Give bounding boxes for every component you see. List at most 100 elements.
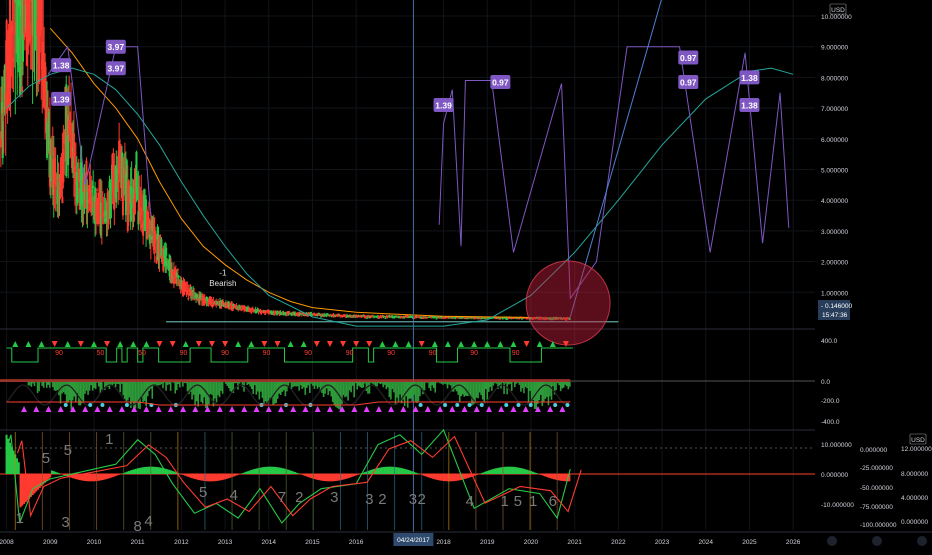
pivot-marker xyxy=(559,406,566,412)
buy-signal-triangle xyxy=(130,341,137,347)
pivot-dot xyxy=(443,403,448,407)
candle-body xyxy=(61,196,64,204)
sell-signal-triangle xyxy=(366,341,373,347)
count-label: 1 xyxy=(105,431,113,448)
time-axis-tick: 2011 xyxy=(131,539,145,546)
signal-label: 90 xyxy=(304,350,312,357)
signal-axis-tick: -400.0 xyxy=(821,419,840,426)
buy-signal-triangle xyxy=(287,341,294,347)
candle-body xyxy=(21,86,24,93)
main-pane xyxy=(0,0,794,532)
ratio-label-text: 3.97 xyxy=(108,42,125,52)
count-label: 4 xyxy=(144,513,152,530)
ratio-label-text: 1.39 xyxy=(53,94,70,104)
price-axis-tick: 10.000000 xyxy=(821,14,852,21)
sell-signal-triangle xyxy=(523,341,530,347)
pivot-dot xyxy=(528,403,533,407)
candlestick-series xyxy=(0,0,572,321)
candle-body xyxy=(435,318,438,320)
pivot-marker xyxy=(314,406,321,412)
pivot-marker xyxy=(94,406,101,412)
buy-signal-triangle xyxy=(117,341,124,347)
pivot-marker xyxy=(33,406,40,412)
candle-body xyxy=(384,318,387,320)
signal-pane: 90 50 50 90 90 90 90 90 90 90 90 90 xyxy=(0,341,815,412)
ratio-label-text: 3.97 xyxy=(108,64,125,74)
pivot-marker xyxy=(375,406,382,412)
oscillator-pane: 5 511 3 8 45 4 7 2 3 3 2 3 2 4 1 5 1 6 xyxy=(0,428,815,535)
signal-label: 50 xyxy=(138,350,146,357)
sell-signal-triangle xyxy=(156,341,163,347)
buy-signal-triangle xyxy=(392,341,399,347)
pivot-dot xyxy=(553,403,558,407)
price-axis-tick: 7.000000 xyxy=(821,106,848,113)
sell-signal-triangle xyxy=(208,341,215,347)
chart-canvas[interactable]: 90 50 50 90 90 90 90 90 90 90 90 90 5 511 3 8 45 4 7 2 3 3 2 3… xyxy=(0,0,932,550)
secondary-axis-tick: -100.000000 xyxy=(860,522,897,529)
count-label: 4 xyxy=(230,487,238,504)
pivot-marker xyxy=(498,406,505,412)
price-chart[interactable]: 90 50 50 90 90 90 90 90 90 90 90 90 551138454723323… xyxy=(0,0,932,550)
pivot-marker xyxy=(21,406,28,412)
count-label: 5 xyxy=(514,493,522,510)
candle-body xyxy=(320,316,323,318)
pivot-marker xyxy=(522,406,529,412)
pivot-marker xyxy=(57,406,64,412)
secondary-axis-tick: 4.000000 xyxy=(901,495,928,502)
sell-signal-triangle xyxy=(340,341,347,347)
buy-signal-triangle xyxy=(405,341,412,347)
pivot-marker xyxy=(326,406,333,412)
annotation-text: -1 xyxy=(219,268,227,277)
buy-signal-triangle xyxy=(536,341,543,347)
ratio-label-text: 0.97 xyxy=(492,78,509,88)
buy-signal-triangle xyxy=(458,341,465,347)
secondary-axis-tick: -50.000000 xyxy=(860,485,893,492)
signal-red-band xyxy=(0,379,571,382)
buy-signal-triangle xyxy=(471,341,478,347)
percent-scale-button[interactable] xyxy=(827,536,837,546)
pivot-marker xyxy=(265,406,272,412)
time-axis-tick: 2013 xyxy=(218,539,233,546)
buy-signal-triangle xyxy=(431,341,438,347)
time-axis-tick: 2015 xyxy=(305,539,320,546)
buy-signal-triangle xyxy=(90,341,97,347)
price-axis-tick: 5.000000 xyxy=(821,168,848,175)
signal-label: 90 xyxy=(387,350,395,357)
buy-signal-triangle xyxy=(497,341,504,347)
buy-signal-triangle xyxy=(38,341,45,347)
buy-signal-triangle xyxy=(64,341,71,347)
count-label: 7 xyxy=(278,489,286,506)
candle-body xyxy=(330,316,333,318)
pivot-marker xyxy=(388,406,395,412)
currency-label: USD xyxy=(911,437,925,444)
candle-body xyxy=(190,287,193,290)
time-axis-tick: 2022 xyxy=(611,539,626,546)
signal-label: 90 xyxy=(429,350,437,357)
count-label: 3 xyxy=(61,514,69,531)
log-scale-button[interactable] xyxy=(872,536,882,546)
last-price-value: - 0.146000 xyxy=(821,303,852,310)
osc-axis-tick: -10.000000 xyxy=(821,502,854,509)
pivot-marker xyxy=(449,406,456,412)
countdown-value: 15:47:36 xyxy=(822,312,848,319)
signal-axis-tick: 0.0 xyxy=(821,379,830,386)
pivot-dot xyxy=(455,403,460,407)
ratio-label-text: 1.38 xyxy=(53,61,70,71)
secondary-axis-tick: -75.000000 xyxy=(860,504,893,511)
time-axis-tick: 2023 xyxy=(655,539,670,546)
annotation-text: Bearish xyxy=(209,279,236,288)
signal-label: 50 xyxy=(97,350,105,357)
sell-signal-triangle xyxy=(77,341,84,347)
time-axis-tick: 2020 xyxy=(524,539,539,546)
pivot-marker xyxy=(216,406,223,412)
candle-body xyxy=(212,304,215,307)
candle-body xyxy=(96,189,99,191)
signal-label: 90 xyxy=(55,350,63,357)
auto-scale-button[interactable] xyxy=(917,536,927,546)
pivot-marker xyxy=(424,406,431,412)
signal-label: 90 xyxy=(180,350,188,357)
count-label: 4 xyxy=(466,493,474,510)
count-label: 2 xyxy=(378,491,386,508)
time-axis-tick: 2025 xyxy=(742,539,757,546)
count-label: 3 xyxy=(330,489,338,506)
